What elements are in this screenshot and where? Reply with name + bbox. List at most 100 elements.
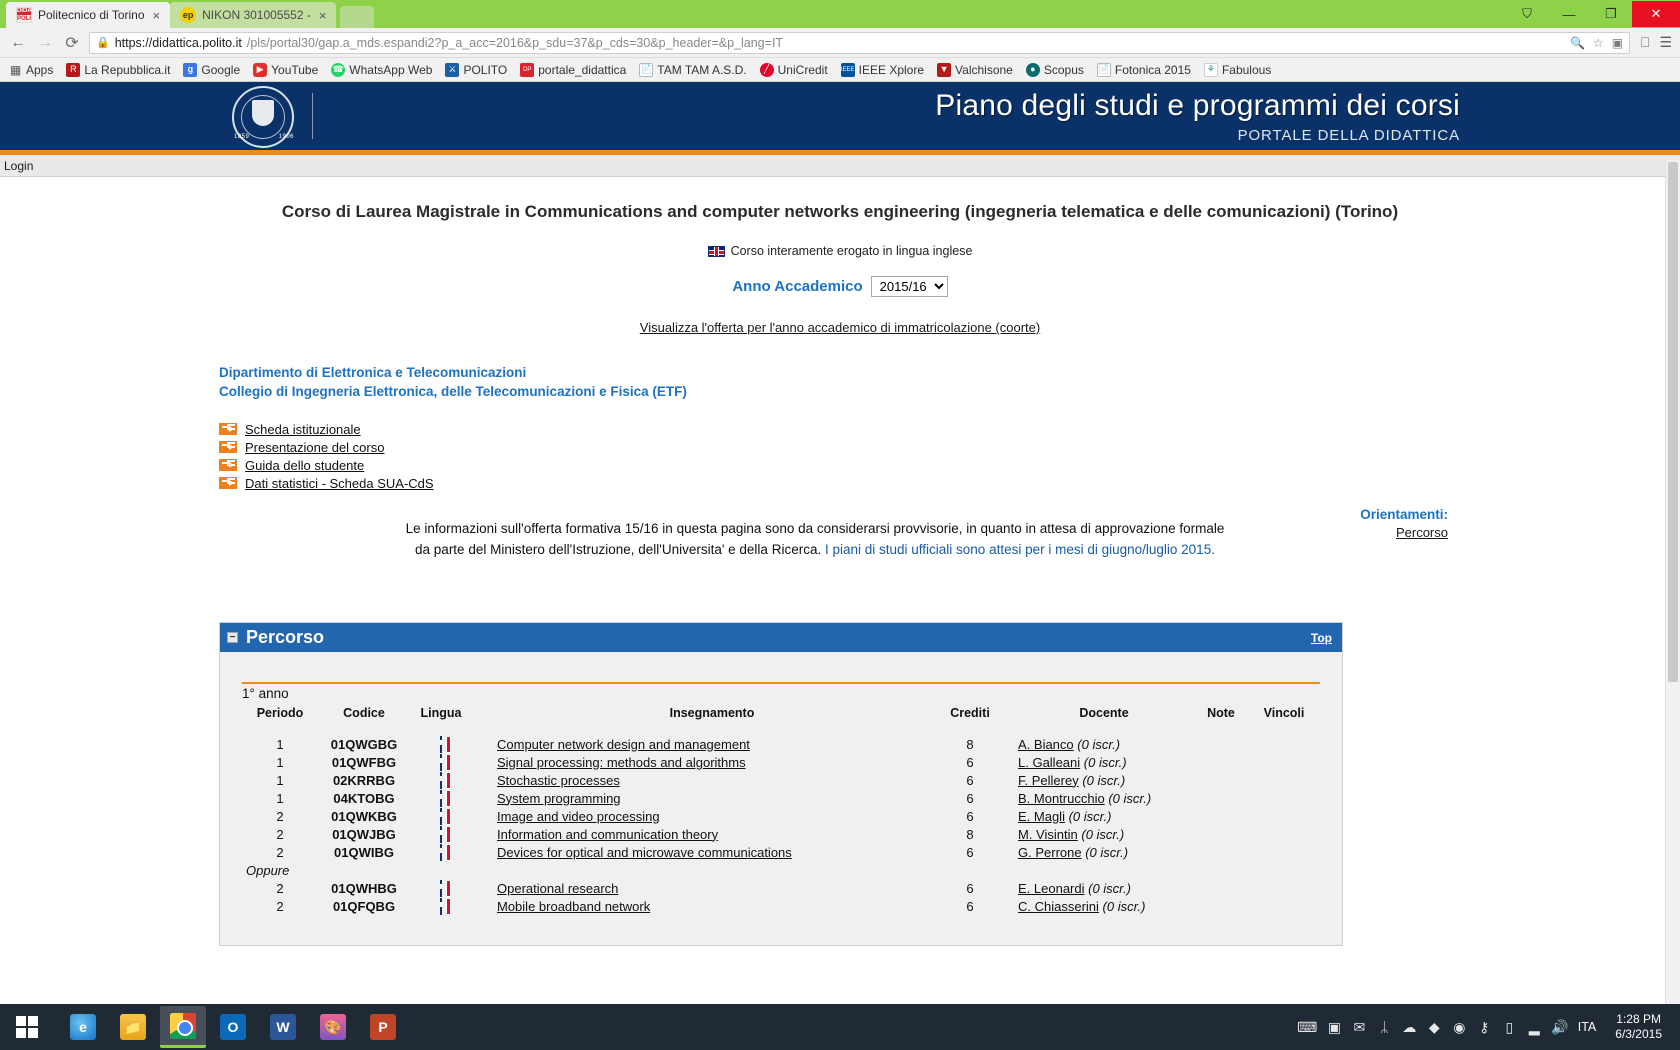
- teacher-link[interactable]: A. Bianco: [1018, 737, 1074, 752]
- bookmark-fotonica[interactable]: 📄 Fotonica 2015: [1096, 62, 1191, 77]
- teacher-link[interactable]: B. Montrucchio: [1018, 791, 1105, 806]
- cohort-link[interactable]: Visualizza l'offerta per l'anno accademi…: [640, 320, 1040, 335]
- address-bar[interactable]: 🔒 https://didattica.polito.it /pls/porta…: [89, 31, 1631, 54]
- link-label[interactable]: Dati statistici - Scheda SUA-CdS: [245, 476, 434, 491]
- teacher-link[interactable]: E. Magli: [1018, 809, 1065, 824]
- course-link[interactable]: System programming: [497, 791, 621, 806]
- course-link[interactable]: Operational research: [497, 881, 618, 896]
- link-label[interactable]: Presentazione del corso: [245, 440, 384, 455]
- onedrive-icon[interactable]: ☁: [1401, 1019, 1417, 1036]
- back-button[interactable]: ←: [8, 34, 28, 52]
- orientamenti-item[interactable]: Percorso: [1360, 524, 1448, 542]
- teacher-link[interactable]: E. Leonardi: [1018, 881, 1085, 896]
- bookmark-valchisone[interactable]: ▼ Valchisone: [937, 62, 1013, 77]
- close-icon[interactable]: ×: [317, 9, 329, 22]
- teacher-link[interactable]: L. Galleani: [1018, 755, 1080, 770]
- cast-icon[interactable]: ⎕: [1641, 34, 1649, 51]
- scrollbar-thumb[interactable]: [1668, 162, 1678, 682]
- link-row-guida-dello-studente[interactable]: Guida dello studente: [219, 456, 1680, 474]
- taskbar-google-chrome[interactable]: [160, 1006, 206, 1048]
- taskbar-outlook[interactable]: O: [210, 1006, 256, 1048]
- page-scrollbar[interactable]: ▲ ▼: [1665, 160, 1680, 1050]
- course-link[interactable]: Stochastic processes: [497, 773, 620, 788]
- bookmark-tamtam[interactable]: 📄 TAM TAM A.S.D.: [639, 62, 747, 77]
- taskbar-word[interactable]: W: [260, 1006, 306, 1048]
- extension-icon[interactable]: ▣: [1612, 36, 1623, 50]
- table-row[interactable]: 2 01QWJBG Information and communication …: [242, 825, 1320, 843]
- bookmark-unicredit[interactable]: ╱ UniCredit: [759, 62, 828, 77]
- display-icon[interactable]: ▣: [1326, 1019, 1342, 1036]
- course-link[interactable]: Mobile broadband network: [497, 899, 650, 914]
- volume-icon[interactable]: 🔊: [1551, 1019, 1568, 1036]
- table-row[interactable]: 1 04KTOBG System programming 6 B. Montru…: [242, 789, 1320, 807]
- keyboard-icon[interactable]: ⌨: [1297, 1019, 1317, 1036]
- close-window-button[interactable]: ✕: [1632, 1, 1680, 27]
- course-link[interactable]: Image and video processing: [497, 809, 660, 824]
- course-link[interactable]: Devices for optical and microwave commun…: [497, 845, 792, 860]
- login-bar: Login: [0, 155, 1680, 177]
- teacher-link[interactable]: C. Chiasserini: [1018, 899, 1099, 914]
- top-link[interactable]: Top: [1311, 631, 1332, 645]
- browser-tab-politecnico[interactable]: DIDA POLI Politecnico di Torino ×: [6, 2, 171, 28]
- login-link[interactable]: Login: [4, 159, 33, 173]
- outlook-tray-icon[interactable]: ✉: [1351, 1019, 1367, 1036]
- course-link[interactable]: Signal processing: methods and algorithm…: [497, 755, 746, 770]
- link-row-scheda-istituzionale[interactable]: Scheda istituzionale: [219, 420, 1680, 438]
- chrome-icon: [170, 1012, 196, 1039]
- academic-year-select[interactable]: 2015/16: [870, 276, 948, 297]
- dropbox-icon[interactable]: ◆: [1426, 1019, 1442, 1036]
- link-label[interactable]: Guida dello studente: [245, 458, 364, 473]
- bookmark-repubblica[interactable]: R La Repubblica.it: [66, 62, 170, 77]
- table-row[interactable]: 2 01QWIBG Devices for optical and microw…: [242, 843, 1320, 861]
- link-row-dati-statistici[interactable]: Dati statistici - Scheda SUA-CdS: [219, 474, 1680, 492]
- teacher-link[interactable]: M. Visintin: [1018, 827, 1078, 842]
- orientamenti-link[interactable]: Percorso: [1396, 525, 1448, 540]
- clock[interactable]: 1:28 PM 6/3/2015: [1609, 1012, 1672, 1042]
- teacher-link[interactable]: F. Pellerey: [1018, 773, 1079, 788]
- hamburger-menu-icon[interactable]: ☰: [1659, 34, 1672, 51]
- zoom-icon[interactable]: 🔍: [1570, 36, 1585, 50]
- course-link[interactable]: Information and communication theory: [497, 827, 718, 842]
- bookmark-polito[interactable]: ⚔ POLITO: [445, 62, 507, 77]
- language-indicator[interactable]: ITA: [1578, 1020, 1601, 1034]
- bookmark-fabulous[interactable]: ⚘ Fabulous: [1203, 62, 1271, 77]
- nvidia-icon[interactable]: ◉: [1451, 1019, 1467, 1036]
- bookmark-scopus[interactable]: ● Scopus: [1025, 62, 1084, 77]
- minimize-button[interactable]: —: [1548, 1, 1590, 27]
- user-avatar-icon[interactable]: ⛉: [1506, 1, 1548, 27]
- usb-icon[interactable]: ⚷: [1476, 1019, 1492, 1036]
- bookmark-youtube[interactable]: ▶ YouTube: [253, 62, 318, 77]
- star-icon[interactable]: ☆: [1593, 36, 1604, 50]
- teacher-link[interactable]: G. Perrone: [1018, 845, 1082, 860]
- taskbar-paint[interactable]: 🎨: [310, 1006, 356, 1048]
- taskbar-file-explorer[interactable]: 📁: [110, 1006, 156, 1048]
- new-tab-button[interactable]: [340, 6, 375, 28]
- link-row-presentazione-del-corso[interactable]: Presentazione del corso: [219, 438, 1680, 456]
- cell-docente: E. Magli (0 iscr.): [1009, 807, 1194, 825]
- collapse-toggle-icon[interactable]: −: [227, 632, 238, 643]
- maximize-button[interactable]: ❐: [1590, 1, 1632, 27]
- table-row[interactable]: 1 01QWFBG Signal processing: methods and…: [242, 753, 1320, 771]
- browser-tab-nikon[interactable]: ep NIKON 301005552 - ×: [170, 2, 337, 28]
- table-row[interactable]: 1 02KRRBG Stochastic processes 6 F. Pell…: [242, 771, 1320, 789]
- table-row[interactable]: 1 01QWGBG Computer network design and ma…: [242, 735, 1320, 753]
- forward-button[interactable]: →: [35, 34, 55, 52]
- table-row[interactable]: 2 01QWKBG Image and video processing 6 E…: [242, 807, 1320, 825]
- battery-icon[interactable]: ▯: [1501, 1019, 1517, 1036]
- course-link[interactable]: Computer network design and management: [497, 737, 750, 752]
- table-row[interactable]: 2 01QWHBG Operational research 6 E. Leon…: [242, 879, 1320, 897]
- table-row[interactable]: 2 01QFQBG Mobile broadband network 6 C. …: [242, 897, 1320, 915]
- network-icon[interactable]: ▂: [1526, 1019, 1542, 1036]
- bluetooth-icon[interactable]: ᛦ: [1376, 1019, 1392, 1035]
- bookmark-apps[interactable]: ▦ Apps: [8, 63, 54, 77]
- close-icon[interactable]: ×: [151, 9, 163, 22]
- bookmark-google[interactable]: g Google: [183, 62, 240, 77]
- bookmark-portale-didattica[interactable]: DP portale_didattica: [520, 62, 626, 77]
- reload-button[interactable]: ⟳: [62, 33, 82, 53]
- windows-start-icon[interactable]: [0, 1004, 54, 1050]
- taskbar-internet-explorer[interactable]: e: [60, 1006, 106, 1048]
- bookmark-ieee-xplore[interactable]: IEEE IEEE Xplore: [840, 62, 924, 77]
- taskbar-powerpoint[interactable]: P: [360, 1006, 406, 1048]
- link-label[interactable]: Scheda istituzionale: [245, 422, 361, 437]
- bookmark-whatsapp[interactable]: ☎ WhatsApp Web: [331, 62, 432, 77]
